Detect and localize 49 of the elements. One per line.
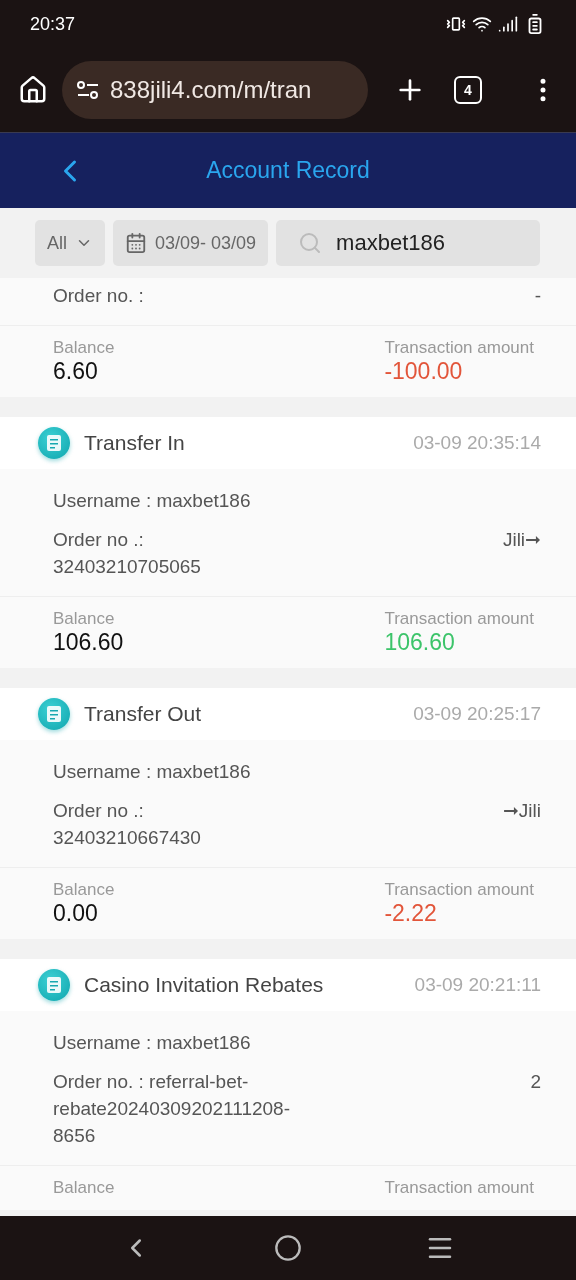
page-title: Account Record	[206, 157, 370, 184]
order-target: 2	[530, 1070, 541, 1094]
order-number: Order no. :	[53, 284, 144, 308]
type-dropdown[interactable]: All	[35, 220, 105, 266]
record-time: 03-09 20:25:17	[413, 703, 541, 725]
clock: 20:37	[30, 13, 76, 35]
balance-value: 6.60	[53, 358, 99, 385]
amount-label: Transaction amount	[384, 1178, 534, 1198]
amount-label: Transaction amount	[384, 338, 534, 358]
balance-label: Balance	[53, 1178, 115, 1198]
date-range-picker[interactable]: 03/09- 03/09	[113, 220, 269, 266]
balance-label: Balance	[53, 880, 115, 900]
wifi-icon	[472, 14, 492, 34]
order-number: Order no. : referral-bet- rebate20240309202111208- 8656	[53, 1070, 291, 1148]
username-text: Username : maxbet186	[53, 1031, 252, 1055]
document-icon	[38, 698, 70, 730]
record-time: 03-09 20:21:11	[414, 974, 541, 996]
vibrate-icon	[446, 14, 466, 34]
search-icon	[298, 231, 323, 255]
tab-count-button[interactable]: 4	[454, 76, 482, 104]
balance-value: 106.60	[53, 629, 124, 656]
site-settings-icon[interactable]	[76, 80, 100, 100]
address-bar[interactable]: 838jili4.com/m/tran	[62, 61, 368, 119]
username-text: Username : maxbet186	[53, 489, 252, 513]
balance-value: 0.00	[53, 900, 99, 927]
document-icon	[38, 427, 70, 459]
amount-value: 106.60	[384, 629, 456, 656]
amount-value: -100.00	[384, 358, 464, 385]
order-target: -	[534, 284, 541, 308]
amount-label: Transaction amount	[384, 609, 534, 629]
record-type: Casino Invitation Rebates	[84, 973, 325, 997]
order-target: Jili➞	[502, 528, 541, 552]
record-type: Transfer In	[84, 431, 186, 455]
balance-label: Balance	[53, 609, 116, 629]
order-number: Order no .: 32403210667430	[53, 799, 201, 850]
balance-label: Balance	[53, 338, 115, 358]
order-target: ➞Jili	[502, 799, 541, 823]
order-number: Order no .: 32403210705065	[53, 528, 201, 579]
record-time: 03-09 20:35:14	[413, 432, 541, 454]
signal-icon	[498, 14, 518, 34]
username-text: Username : maxbet186	[53, 760, 252, 784]
search-field[interactable]: maxbet186	[276, 220, 540, 266]
amount-label: Transaction amount	[384, 880, 534, 900]
record-type: Transfer Out	[84, 702, 203, 726]
home-nav-icon[interactable]	[274, 1234, 302, 1262]
amount-value: -2.22	[384, 900, 438, 927]
document-icon	[38, 969, 70, 1001]
calendar-icon	[125, 232, 147, 254]
home-icon[interactable]	[18, 75, 48, 105]
